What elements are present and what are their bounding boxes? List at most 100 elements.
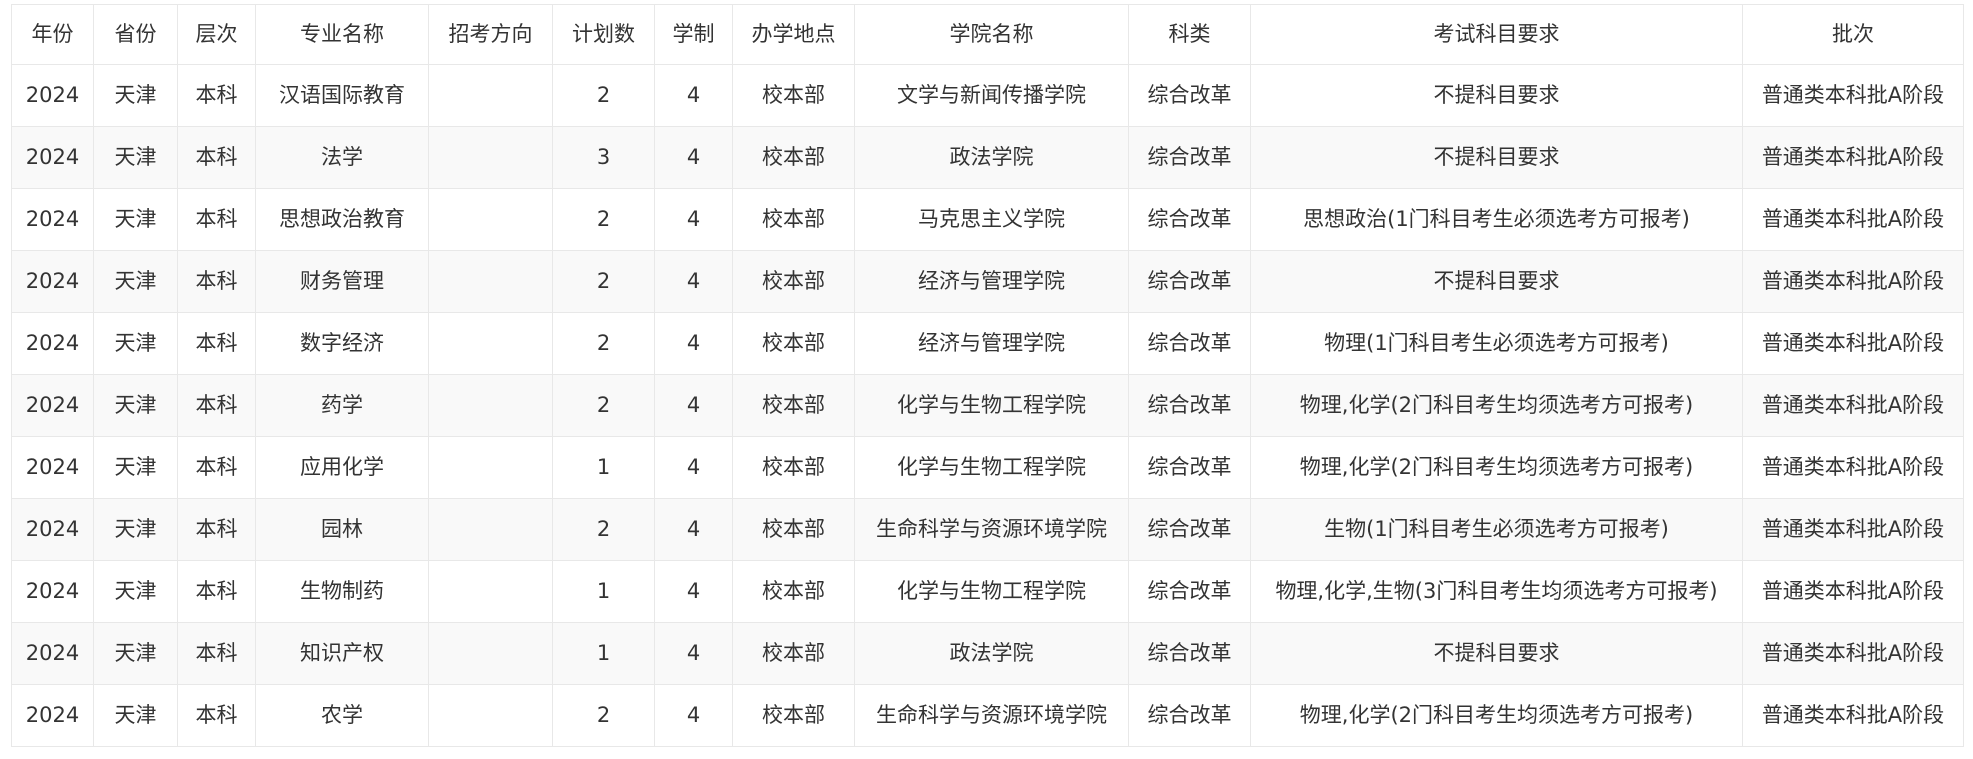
- header-batch[interactable]: 批次: [1742, 4, 1964, 65]
- cell-plan-count: 2: [552, 312, 655, 375]
- table-row[interactable]: 2024 天津 本科 思想政治教育 2 4 校本部 马克思主义学院 综合改革 思想政治(1门科目考…: [11, 188, 1964, 251]
- cell-year: 2024: [11, 64, 94, 127]
- cell-plan-count: 2: [552, 498, 655, 561]
- cell-year: 2024: [11, 374, 94, 437]
- cell-major-name: 药学: [255, 374, 429, 437]
- table-body: 2024 天津 本科 汉语国际教育 2 4 校本部 文学与新闻传播学院 综合改革 不提科目要求 普通…: [11, 64, 1964, 747]
- cell-major-name: 法学: [255, 126, 429, 189]
- cell-province: 天津: [93, 622, 178, 685]
- cell-plan-count: 2: [552, 684, 655, 747]
- cell-province: 天津: [93, 126, 178, 189]
- cell-duration: 4: [654, 250, 733, 313]
- cell-direction: [428, 374, 553, 437]
- cell-province: 天津: [93, 374, 178, 437]
- cell-college-name: 化学与生物工程学院: [854, 560, 1129, 623]
- cell-college-name: 化学与生物工程学院: [854, 436, 1129, 499]
- table-row[interactable]: 2024 天津 本科 生物制药 1 4 校本部 化学与生物工程学院 综合改革 物理,化学,生物(3…: [11, 560, 1964, 623]
- cell-campus: 校本部: [732, 188, 855, 251]
- cell-batch: 普通类本科批A阶段: [1742, 374, 1964, 437]
- cell-category: 综合改革: [1128, 622, 1251, 685]
- table-row[interactable]: 2024 天津 本科 汉语国际教育 2 4 校本部 文学与新闻传播学院 综合改革 不提科目要求 普通…: [11, 64, 1964, 127]
- cell-direction: [428, 622, 553, 685]
- cell-duration: 4: [654, 188, 733, 251]
- table-row[interactable]: 2024 天津 本科 数字经济 2 4 校本部 经济与管理学院 综合改革 物理(1门科目考生必须选…: [11, 312, 1964, 375]
- cell-year: 2024: [11, 188, 94, 251]
- cell-major-name: 应用化学: [255, 436, 429, 499]
- cell-batch: 普通类本科批A阶段: [1742, 560, 1964, 623]
- header-campus[interactable]: 办学地点: [732, 4, 855, 65]
- cell-direction: [428, 436, 553, 499]
- cell-province: 天津: [93, 560, 178, 623]
- header-plan-count[interactable]: 计划数: [552, 4, 655, 65]
- cell-level: 本科: [177, 684, 256, 747]
- header-direction[interactable]: 招考方向: [428, 4, 553, 65]
- header-province[interactable]: 省份: [93, 4, 178, 65]
- cell-duration: 4: [654, 436, 733, 499]
- cell-campus: 校本部: [732, 436, 855, 499]
- header-subject-requirement[interactable]: 考试科目要求: [1250, 4, 1743, 65]
- table-row[interactable]: 2024 天津 本科 药学 2 4 校本部 化学与生物工程学院 综合改革 物理,化学(2门科目考生…: [11, 374, 1964, 437]
- cell-major-name: 园林: [255, 498, 429, 561]
- cell-duration: 4: [654, 498, 733, 561]
- cell-subject-requirement: 生物(1门科目考生必须选考方可报考): [1250, 498, 1743, 561]
- cell-province: 天津: [93, 250, 178, 313]
- cell-campus: 校本部: [732, 312, 855, 375]
- cell-plan-count: 3: [552, 126, 655, 189]
- cell-direction: [428, 498, 553, 561]
- cell-subject-requirement: 物理,化学(2门科目考生均须选考方可报考): [1250, 374, 1743, 437]
- table-row[interactable]: 2024 天津 本科 财务管理 2 4 校本部 经济与管理学院 综合改革 不提科目要求 普通类本科批…: [11, 250, 1964, 313]
- cell-subject-requirement: 物理(1门科目考生必须选考方可报考): [1250, 312, 1743, 375]
- cell-level: 本科: [177, 312, 256, 375]
- cell-year: 2024: [11, 560, 94, 623]
- table-row[interactable]: 2024 天津 本科 知识产权 1 4 校本部 政法学院 综合改革 不提科目要求 普通类本科批A阶段: [11, 622, 1964, 685]
- table-row[interactable]: 2024 天津 本科 农学 2 4 校本部 生命科学与资源环境学院 综合改革 物理,化学(2门科目…: [11, 684, 1964, 747]
- cell-level: 本科: [177, 560, 256, 623]
- cell-year: 2024: [11, 498, 94, 561]
- cell-province: 天津: [93, 498, 178, 561]
- cell-college-name: 马克思主义学院: [854, 188, 1129, 251]
- table-row[interactable]: 2024 天津 本科 应用化学 1 4 校本部 化学与生物工程学院 综合改革 物理,化学(2门科目…: [11, 436, 1964, 499]
- header-category[interactable]: 科类: [1128, 4, 1251, 65]
- header-duration[interactable]: 学制: [654, 4, 733, 65]
- cell-year: 2024: [11, 250, 94, 313]
- cell-plan-count: 2: [552, 374, 655, 437]
- cell-major-name: 财务管理: [255, 250, 429, 313]
- cell-level: 本科: [177, 64, 256, 127]
- cell-plan-count: 1: [552, 560, 655, 623]
- cell-campus: 校本部: [732, 684, 855, 747]
- cell-category: 综合改革: [1128, 250, 1251, 313]
- header-year[interactable]: 年份: [11, 4, 94, 65]
- cell-province: 天津: [93, 188, 178, 251]
- cell-college-name: 生命科学与资源环境学院: [854, 498, 1129, 561]
- cell-major-name: 农学: [255, 684, 429, 747]
- header-level[interactable]: 层次: [177, 4, 256, 65]
- cell-duration: 4: [654, 312, 733, 375]
- cell-year: 2024: [11, 622, 94, 685]
- cell-campus: 校本部: [732, 622, 855, 685]
- cell-subject-requirement: 物理,化学(2门科目考生均须选考方可报考): [1250, 436, 1743, 499]
- cell-year: 2024: [11, 312, 94, 375]
- cell-duration: 4: [654, 64, 733, 127]
- cell-college-name: 文学与新闻传播学院: [854, 64, 1129, 127]
- cell-level: 本科: [177, 622, 256, 685]
- cell-direction: [428, 64, 553, 127]
- cell-year: 2024: [11, 436, 94, 499]
- cell-college-name: 经济与管理学院: [854, 312, 1129, 375]
- cell-college-name: 政法学院: [854, 126, 1129, 189]
- cell-category: 综合改革: [1128, 64, 1251, 127]
- table-header-row: 年份 省份 层次 专业名称 招考方向 计划数 学制 办学地点 学院名称 科类 考…: [11, 4, 1964, 65]
- header-college-name[interactable]: 学院名称: [854, 4, 1129, 65]
- table-row[interactable]: 2024 天津 本科 园林 2 4 校本部 生命科学与资源环境学院 综合改革 生物(1门科目考生必…: [11, 498, 1964, 561]
- cell-campus: 校本部: [732, 64, 855, 127]
- table-row[interactable]: 2024 天津 本科 法学 3 4 校本部 政法学院 综合改革 不提科目要求 普通类本科批A阶段: [11, 126, 1964, 189]
- cell-direction: [428, 188, 553, 251]
- cell-campus: 校本部: [732, 126, 855, 189]
- table-header: 年份 省份 层次 专业名称 招考方向 计划数 学制 办学地点 学院名称 科类 考…: [11, 4, 1964, 65]
- cell-college-name: 经济与管理学院: [854, 250, 1129, 313]
- cell-batch: 普通类本科批A阶段: [1742, 250, 1964, 313]
- cell-campus: 校本部: [732, 250, 855, 313]
- header-major-name[interactable]: 专业名称: [255, 4, 429, 65]
- cell-major-name: 汉语国际教育: [255, 64, 429, 127]
- cell-major-name: 数字经济: [255, 312, 429, 375]
- cell-duration: 4: [654, 684, 733, 747]
